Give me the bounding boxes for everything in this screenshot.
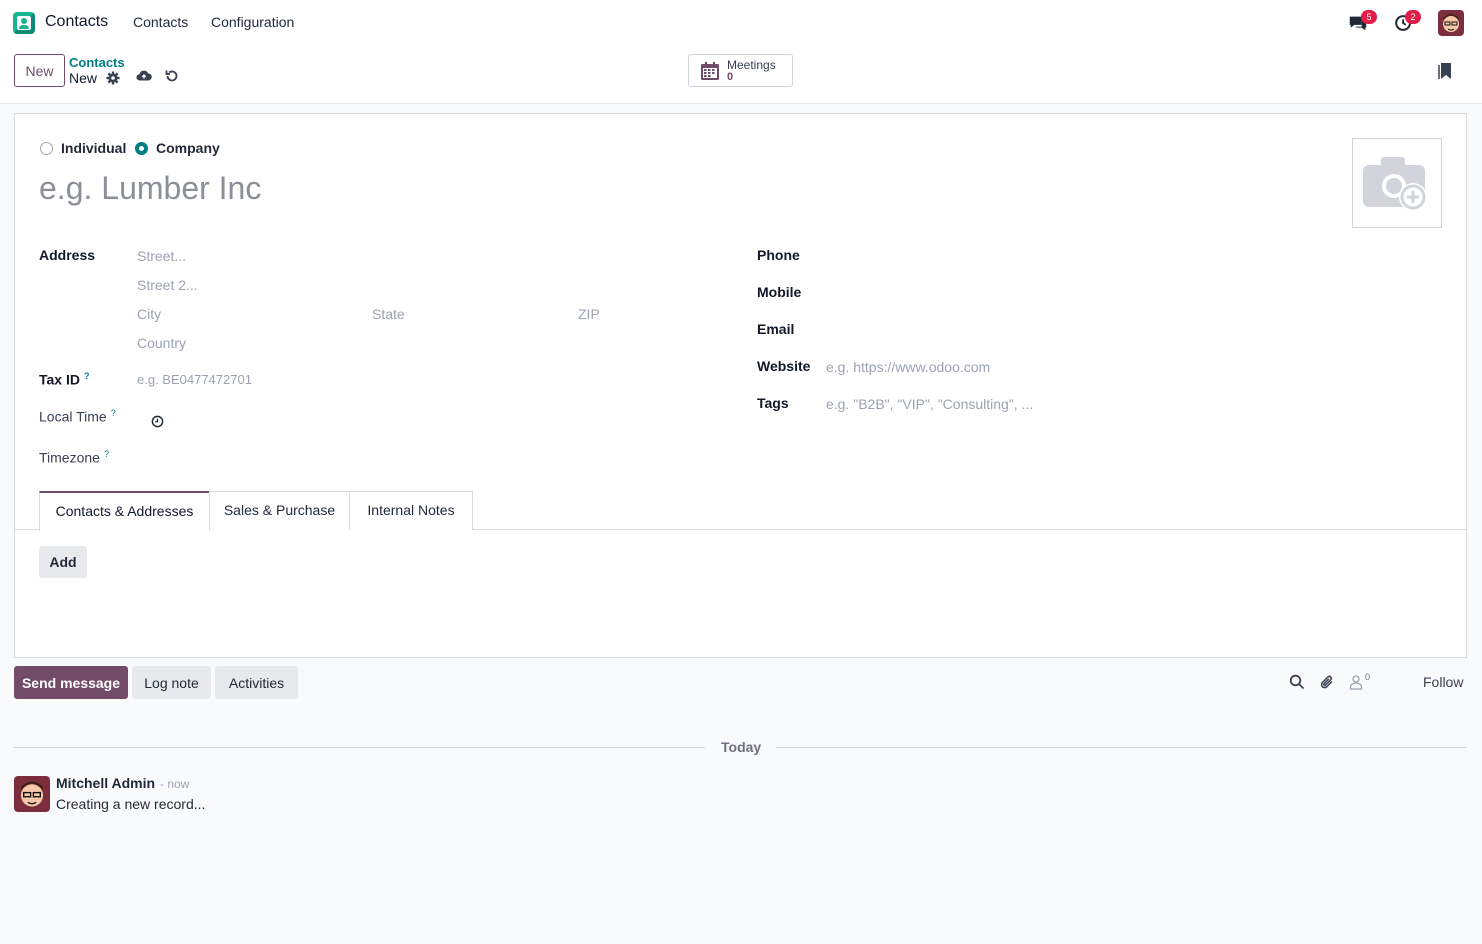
search-icon[interactable] <box>1289 674 1305 690</box>
activities-badge: 2 <box>1405 10 1421 24</box>
website-input[interactable]: e.g. https://www.odoo.com <box>826 359 990 375</box>
tab-sales-purchase[interactable]: Sales & Purchase <box>209 491 350 530</box>
meetings-label: Meetings <box>727 58 776 72</box>
control-panel: New Contacts New Meetings 0 <box>0 46 1482 104</box>
discard-icon[interactable] <box>164 68 180 84</box>
menu-contacts[interactable]: Contacts <box>133 14 188 30</box>
timezone-label: Timezone? <box>39 449 109 466</box>
gear-icon[interactable] <box>105 70 121 86</box>
contacts-app-icon[interactable] <box>13 12 35 34</box>
breadcrumb-current: New <box>69 70 98 86</box>
tax-id-input[interactable]: e.g. BE0477472701 <box>137 372 252 387</box>
local-time-help[interactable]: ? <box>111 408 116 418</box>
radio-company[interactable] <box>135 142 148 155</box>
date-separator-right <box>776 747 1467 748</box>
log-note-button[interactable]: Log note <box>132 666 211 699</box>
radio-company-label[interactable]: Company <box>156 140 220 156</box>
tab-contacts-addresses[interactable]: Contacts & Addresses <box>39 491 210 531</box>
bookmark-icon[interactable] <box>1438 62 1454 80</box>
avatar-upload[interactable] <box>1352 138 1442 228</box>
email-label: Email <box>757 321 795 337</box>
city-input[interactable]: City <box>137 306 161 322</box>
phone-label: Phone <box>757 247 800 263</box>
message-time: - now <box>160 777 190 791</box>
street2-input[interactable]: Street 2... <box>137 277 198 293</box>
state-input[interactable]: State <box>372 306 405 322</box>
meetings-smart-button[interactable]: Meetings 0 <box>688 54 793 87</box>
date-separator-today: Today <box>721 739 762 755</box>
notebook-tabs: Contacts & Addresses Sales & Purchase In… <box>15 491 1466 531</box>
country-input[interactable]: Country <box>137 335 186 351</box>
mobile-label: Mobile <box>757 284 802 300</box>
paperclip-icon[interactable] <box>1319 674 1335 690</box>
add-contact-button[interactable]: Add <box>39 546 87 578</box>
website-label: Website <box>757 358 811 374</box>
cloud-upload-icon[interactable] <box>136 68 152 84</box>
menu-configuration[interactable]: Configuration <box>211 14 294 30</box>
date-separator-left <box>14 747 705 748</box>
tab-internal-notes[interactable]: Internal Notes <box>349 491 473 530</box>
address-label: Address <box>39 247 96 263</box>
calendar-icon <box>701 62 719 80</box>
message-body: Creating a new record... <box>56 796 206 812</box>
breadcrumb-contacts[interactable]: Contacts <box>69 55 125 70</box>
radio-individual[interactable] <box>40 142 53 155</box>
meetings-count: 0 <box>727 71 734 83</box>
camera-add-icon <box>1363 157 1427 211</box>
user-avatar[interactable] <box>1438 10 1464 36</box>
send-message-button[interactable]: Send message <box>14 666 128 699</box>
local-time-label: Local Time? <box>39 408 116 425</box>
local-time-clock-icon <box>151 415 164 428</box>
tax-id-help[interactable]: ? <box>84 371 90 381</box>
company-name-input[interactable] <box>39 166 639 210</box>
messages-badge: 5 <box>1361 10 1377 24</box>
new-button[interactable]: New <box>14 54 65 87</box>
followers-icon[interactable] <box>1348 674 1364 690</box>
follower-count: 0 <box>1365 672 1371 682</box>
message-author[interactable]: Mitchell Admin <box>56 775 155 791</box>
tags-label: Tags <box>757 395 789 411</box>
top-navbar: Contacts Contacts Configuration 5 2 <box>0 0 1482 46</box>
app-title[interactable]: Contacts <box>45 13 108 31</box>
street-input[interactable]: Street... <box>137 248 186 264</box>
message-author-avatar[interactable] <box>14 776 50 812</box>
tags-input[interactable]: e.g. "B2B", "VIP", "Consulting", ... <box>826 396 1033 412</box>
timezone-help[interactable]: ? <box>104 449 109 459</box>
activities-button[interactable]: Activities <box>215 666 298 699</box>
radio-individual-label[interactable]: Individual <box>61 140 126 156</box>
tax-id-label: Tax ID? <box>39 371 90 388</box>
follow-button[interactable]: Follow <box>1423 674 1463 690</box>
form-sheet: Individual Company Address Street... Str… <box>14 113 1467 658</box>
zip-input[interactable]: ZIP <box>578 306 600 322</box>
